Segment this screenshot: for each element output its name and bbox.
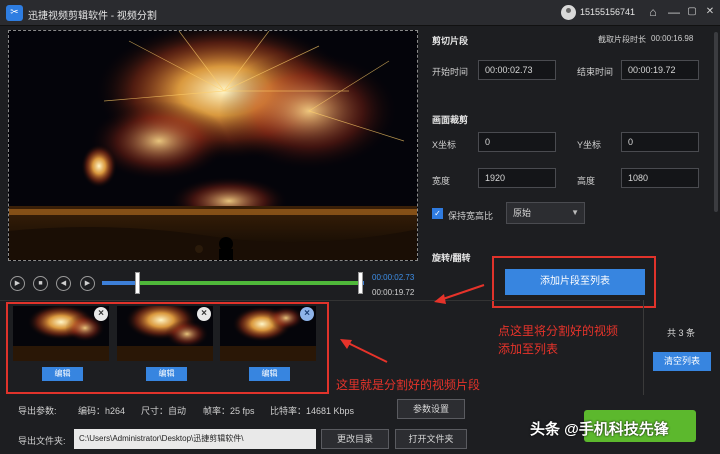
height-label: 高度 bbox=[577, 176, 596, 186]
fireworks-frame bbox=[9, 31, 417, 260]
duration-label: 截取片段时长 bbox=[598, 35, 646, 44]
clip-remove-icon[interactable]: × bbox=[300, 307, 314, 321]
stop-button[interactable]: ■ bbox=[33, 276, 48, 291]
ratio-select[interactable]: 原始 ▼ bbox=[506, 202, 585, 224]
minimize-icon[interactable]: — bbox=[665, 3, 683, 21]
export-folder-path[interactable]: C:\Users\Administrator\Desktop\迅捷剪辑软件\ bbox=[74, 429, 316, 449]
annotation-add-line2: 添加至列表 bbox=[498, 342, 559, 356]
right-panel-scrollbar[interactable] bbox=[714, 32, 718, 212]
timeline-start-handle[interactable] bbox=[135, 272, 140, 294]
width-field[interactable]: 1920 bbox=[478, 168, 556, 188]
end-time-label: 结束时间 bbox=[577, 67, 614, 77]
height-field[interactable]: 1080 bbox=[621, 168, 699, 188]
clear-list-button[interactable]: 清空列表 bbox=[653, 352, 711, 371]
timeline-selection bbox=[137, 281, 362, 285]
annotation-add-line1: 点这里将分割好的视频 bbox=[498, 324, 619, 338]
start-time-label: 开始时间 bbox=[432, 67, 469, 77]
start-time-field[interactable]: 00:00:02.73 bbox=[478, 60, 556, 80]
play-button[interactable]: ▶ bbox=[10, 276, 25, 291]
chevron-down-icon: ▼ bbox=[571, 208, 579, 217]
title-bar: ✂ 迅捷视频剪辑软件 - 视频分割 15155156741 ⌂ — ▢ ✕ bbox=[0, 0, 720, 26]
crop-section-title: 画面裁剪 bbox=[432, 115, 469, 125]
clip-edit-button[interactable]: 编辑 bbox=[42, 367, 83, 381]
export-codec: 编码：h264 bbox=[78, 406, 126, 416]
duration-value: 00:00:16.98 bbox=[651, 34, 694, 43]
keep-ratio-checkbox[interactable]: ✓ bbox=[432, 208, 443, 219]
clip-edit-button[interactable]: 编辑 bbox=[249, 367, 290, 381]
export-size: 尺寸：自动 bbox=[141, 406, 187, 416]
current-time: 00:00:02.73 bbox=[372, 273, 415, 282]
export-params-label: 导出参数: bbox=[18, 406, 57, 416]
x-label: X坐标 bbox=[432, 140, 457, 150]
y-field[interactable]: 0 bbox=[621, 132, 699, 152]
timeline-end-handle[interactable] bbox=[358, 272, 363, 294]
prev-frame-button[interactable]: ◀ bbox=[56, 276, 71, 291]
keep-ratio-label: 保持宽高比 bbox=[448, 211, 494, 221]
cut-section-title: 剪切片段 bbox=[432, 36, 469, 46]
app-title: 迅捷视频剪辑软件 - 视频分割 bbox=[28, 11, 157, 22]
user-id[interactable]: 15155156741 bbox=[580, 7, 635, 17]
end-time: 00:00:19.72 bbox=[372, 288, 415, 297]
y-label: Y坐标 bbox=[577, 140, 602, 150]
clip-count: 共 3 条 bbox=[667, 328, 696, 338]
export-fps: 帧率：25 fps bbox=[203, 406, 255, 416]
width-label: 宽度 bbox=[432, 176, 451, 186]
rotate-section-title: 旋转/翻转 bbox=[432, 253, 471, 263]
annotation-clips: 这里就是分割好的视频片段 bbox=[336, 378, 481, 392]
user-avatar[interactable] bbox=[561, 5, 576, 20]
param-settings-button[interactable]: 参数设置 bbox=[397, 399, 465, 419]
x-field[interactable]: 0 bbox=[478, 132, 556, 152]
add-clip-to-list-button[interactable]: 添加片段至列表 bbox=[505, 269, 645, 295]
ratio-select-value: 原始 bbox=[513, 208, 532, 218]
change-dir-button[interactable]: 更改目录 bbox=[321, 429, 389, 449]
clip-remove-icon[interactable]: × bbox=[94, 307, 108, 321]
next-frame-button[interactable]: ▶ bbox=[80, 276, 95, 291]
app-logo-icon: ✂ bbox=[6, 5, 23, 21]
maximize-icon[interactable]: ▢ bbox=[683, 3, 701, 21]
watermark: 头条 @手机科技先锋 bbox=[530, 421, 669, 438]
clip-edit-button[interactable]: 编辑 bbox=[146, 367, 187, 381]
clip-remove-icon[interactable]: × bbox=[197, 307, 211, 321]
open-folder-button[interactable]: 打开文件夹 bbox=[395, 429, 467, 449]
export-bitrate: 比特率：14681 Kbps bbox=[270, 406, 355, 416]
divider bbox=[643, 300, 644, 395]
export-folder-label: 导出文件夹: bbox=[18, 436, 66, 446]
home-icon[interactable]: ⌂ bbox=[644, 3, 662, 21]
close-icon[interactable]: ✕ bbox=[701, 3, 719, 21]
end-time-field[interactable]: 00:00:19.72 bbox=[621, 60, 699, 80]
video-preview[interactable] bbox=[8, 30, 418, 261]
